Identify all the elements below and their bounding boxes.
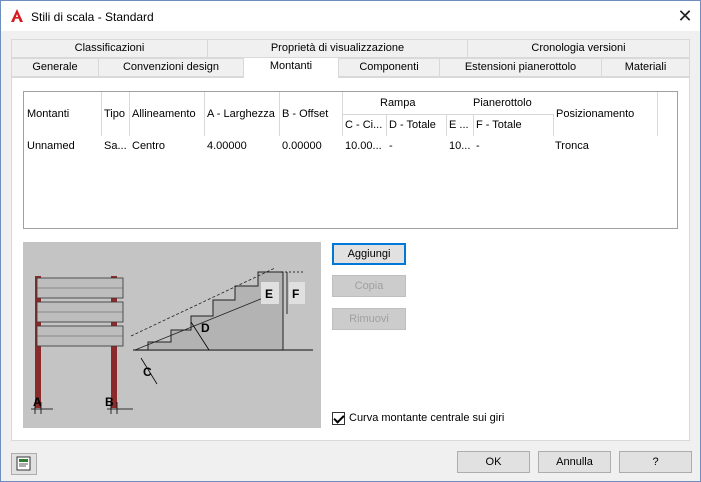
remove-button[interactable]: Rimuovi <box>332 308 406 330</box>
cell-offset[interactable]: 0.00000 <box>282 140 322 152</box>
tab-proprieta-visualizzazione[interactable]: Proprietà di visualizzazione <box>207 39 468 58</box>
cell-pian-f[interactable]: - <box>476 140 480 152</box>
stringer-diagram: A B C D E F <box>23 242 321 428</box>
col-group-label: Pianerottolo <box>473 97 532 109</box>
tab-classificazioni[interactable]: Classificazioni <box>11 39 208 58</box>
tab-estensioni-pianerottolo[interactable]: Estensioni pianerottolo <box>439 58 602 77</box>
dialog-window: Stili di scala - Standard ✕ Classificazi… <box>0 0 701 482</box>
cell-rampa-d[interactable]: - <box>389 140 393 152</box>
cell-tipo[interactable]: Sa... <box>104 140 127 152</box>
close-button[interactable]: ✕ <box>670 1 700 31</box>
col-header-label: Posizionamento <box>556 108 635 120</box>
title-bar: Stili di scala - Standard ✕ <box>1 1 700 31</box>
col-header-label: E ... <box>449 119 469 131</box>
col-header-label: Montanti <box>27 108 70 120</box>
dim-label-d: D <box>201 321 210 335</box>
cell-rampa-c[interactable]: 10.00... <box>345 140 382 152</box>
col-group-label: Rampa <box>380 97 416 109</box>
col-header-label: Allineamento <box>132 108 196 120</box>
col-header-label: F - Totale <box>476 119 522 131</box>
dim-label-f: F <box>292 287 299 301</box>
tab-montanti[interactable]: Montanti <box>243 57 339 78</box>
col-header-rampa-c[interactable]: C - Ci... <box>343 114 387 136</box>
dim-label-c: C <box>143 365 152 379</box>
ok-button[interactable]: OK <box>457 451 530 473</box>
help-doc-button[interactable] <box>11 453 37 475</box>
col-header-pian-f[interactable]: F - Totale <box>474 114 554 136</box>
stringer-diagram-svg: A B C D E F <box>23 242 321 428</box>
tab-componenti[interactable]: Componenti <box>338 58 440 77</box>
cell-pian-e[interactable]: 10... <box>449 140 470 152</box>
col-header-larghezza[interactable]: A - Larghezza <box>205 92 280 136</box>
central-stringer-curve-label: Curva montante centrale sui giri <box>349 412 505 424</box>
col-header-posizionamento[interactable]: Posizionamento <box>554 92 658 136</box>
cell-larghezza[interactable]: 4.00000 <box>207 140 247 152</box>
col-header-label: A - Larghezza <box>207 108 275 120</box>
col-header-pian-e[interactable]: E ... <box>447 114 474 136</box>
central-stringer-curve-checkbox[interactable] <box>332 411 345 425</box>
add-button[interactable]: Aggiungi <box>332 243 406 265</box>
cell-montanti[interactable]: Unnamed <box>27 140 75 152</box>
dim-label-e: E <box>265 287 273 301</box>
col-header-offset[interactable]: B - Offset <box>280 92 343 136</box>
window-title: Stili di scala - Standard <box>31 10 154 24</box>
stringers-grid[interactable]: Montanti Tipo Allineamento A - Larghezza… <box>23 91 678 229</box>
help-doc-icon <box>16 456 31 471</box>
tab-cronologia-versioni[interactable]: Cronologia versioni <box>467 39 690 58</box>
col-header-label: Tipo <box>104 108 125 120</box>
central-stringer-curve-option[interactable]: Curva montante centrale sui giri <box>332 410 504 426</box>
cell-posizionamento[interactable]: Tronca <box>555 140 589 152</box>
cell-allineamento[interactable]: Centro <box>132 140 165 152</box>
dim-label-b: B <box>105 395 114 409</box>
tab-materiali[interactable]: Materiali <box>601 58 690 77</box>
autocad-a-icon <box>11 9 23 22</box>
col-header-tipo[interactable]: Tipo <box>102 92 130 136</box>
tab-generale[interactable]: Generale <box>11 58 99 77</box>
col-header-montanti[interactable]: Montanti <box>24 92 102 136</box>
help-button[interactable]: ? <box>619 451 692 473</box>
col-header-rampa-d[interactable]: D - Totale <box>387 114 447 136</box>
copy-button[interactable]: Copia <box>332 275 406 297</box>
cancel-button[interactable]: Annulla <box>538 451 611 473</box>
col-header-allineamento[interactable]: Allineamento <box>130 92 205 136</box>
tab-convenzioni-design[interactable]: Convenzioni design <box>98 58 244 77</box>
close-icon: ✕ <box>677 5 693 26</box>
col-header-label: D - Totale <box>389 119 436 131</box>
dim-label-a: A <box>33 395 42 409</box>
col-header-label: B - Offset <box>282 108 329 120</box>
col-header-label: C - Ci... <box>345 119 383 131</box>
